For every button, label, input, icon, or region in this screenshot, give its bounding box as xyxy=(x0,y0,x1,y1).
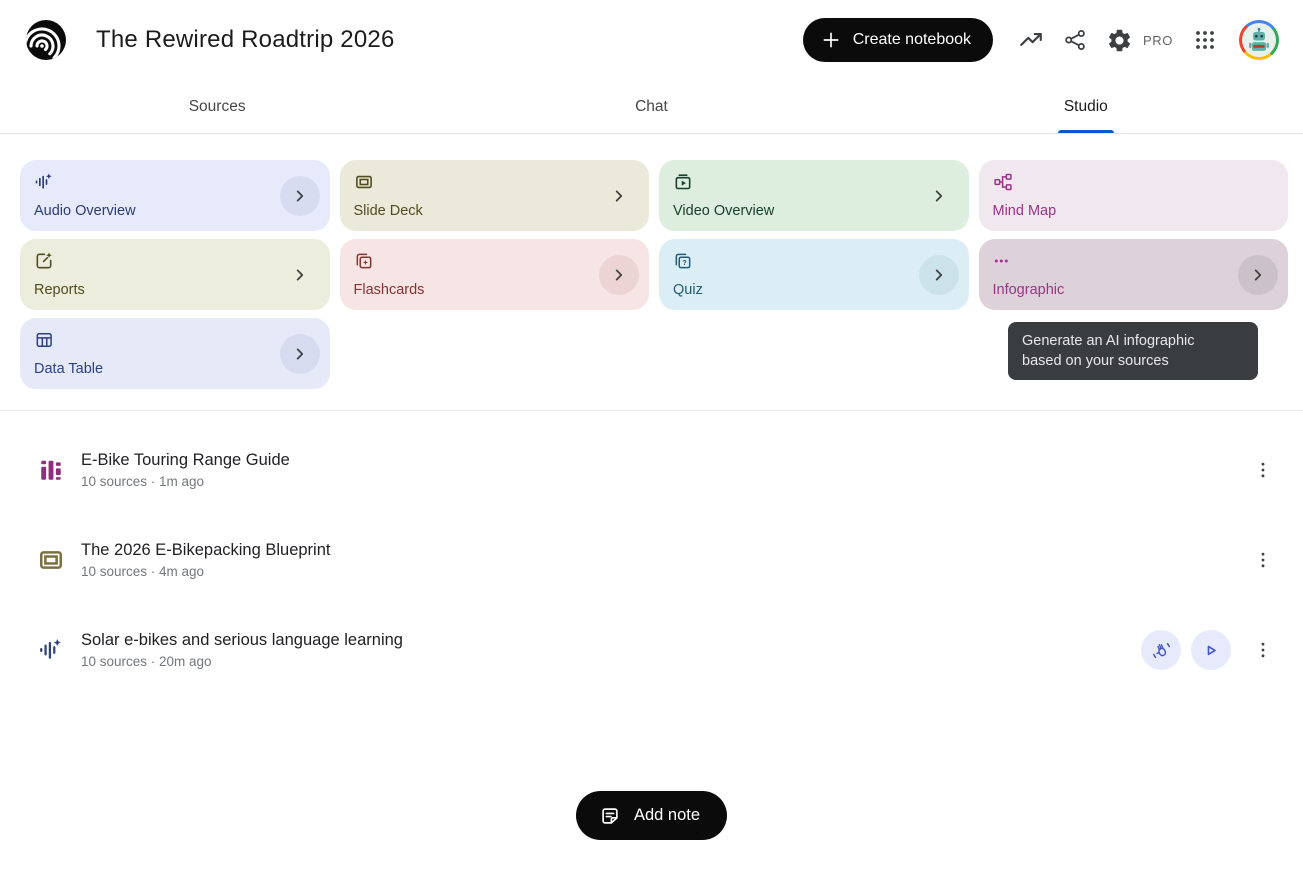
card-label: Reports xyxy=(34,282,316,298)
settings-button[interactable] xyxy=(1097,18,1141,62)
svg-text:?: ? xyxy=(682,258,687,267)
tooltip-line-1: Generate an AI infographic xyxy=(1022,331,1244,351)
chevron-right-icon xyxy=(290,186,310,206)
trending-up-icon xyxy=(1018,27,1044,53)
chevron-right-icon xyxy=(1248,265,1268,285)
artifact-row-infographic[interactable]: E-Bike Touring Range Guide 10 sources · … xyxy=(0,425,1303,515)
create-notebook-label: Create notebook xyxy=(853,31,971,49)
chevron-right-icon xyxy=(609,186,629,206)
panel-tabs: Sources Chat Studio xyxy=(0,80,1303,134)
card-data-table[interactable]: Data Table xyxy=(20,318,330,389)
slide-deck-icon xyxy=(354,172,374,192)
add-note-button[interactable]: Add note xyxy=(576,791,727,840)
tab-studio[interactable]: Studio xyxy=(869,80,1303,133)
gear-icon xyxy=(1106,27,1133,54)
audio-waveform-sparkle-icon xyxy=(38,637,64,663)
pro-badge: PRO xyxy=(1143,33,1173,48)
open-data-table-button[interactable] xyxy=(280,334,320,374)
artifact-title: The 2026 E-Bikepacking Blueprint xyxy=(81,541,330,560)
google-apps-button[interactable] xyxy=(1183,18,1227,62)
notebooklm-logo-icon[interactable] xyxy=(26,20,66,60)
avatar-robot-image xyxy=(1242,23,1276,57)
artifact-row-audio-overview[interactable]: Solar e-bikes and serious language learn… xyxy=(0,605,1303,695)
share-button[interactable] xyxy=(1053,18,1097,62)
card-mind-map[interactable]: Mind Map xyxy=(979,160,1289,231)
card-flashcards[interactable]: Flashcards xyxy=(340,239,650,310)
create-notebook-button[interactable]: Create notebook xyxy=(803,18,993,62)
artifact-meta: 10 sources · 4m ago xyxy=(81,564,330,579)
interactive-mode-button[interactable] xyxy=(1141,630,1181,670)
data-table-icon xyxy=(34,330,54,350)
card-slide-deck[interactable]: Slide Deck xyxy=(340,160,650,231)
play-icon xyxy=(1201,640,1221,660)
loading-dots-icon xyxy=(993,251,1013,271)
card-video-overview[interactable]: Video Overview xyxy=(659,160,969,231)
open-reports-button[interactable] xyxy=(280,255,320,295)
video-overview-icon xyxy=(673,172,693,192)
infographic-tooltip: Generate an AI infographic based on your… xyxy=(1008,322,1258,380)
share-icon xyxy=(1063,28,1087,52)
artifact-meta: 10 sources · 1m ago xyxy=(81,474,290,489)
kebab-menu-icon xyxy=(1253,550,1273,570)
app-header: The Rewired Roadtrip 2026 Create noteboo… xyxy=(0,0,1303,80)
note-icon xyxy=(599,805,621,827)
open-audio-overview-button[interactable] xyxy=(280,176,320,216)
reports-sparkle-icon xyxy=(34,251,54,271)
card-label: Data Table xyxy=(34,361,316,377)
plus-icon xyxy=(821,30,841,50)
flashcards-icon xyxy=(354,251,374,271)
chevron-right-icon xyxy=(609,265,629,285)
artifact-row-slide-deck[interactable]: The 2026 E-Bikepacking Blueprint 10 sour… xyxy=(0,515,1303,605)
card-label: Slide Deck xyxy=(354,203,636,219)
account-avatar[interactable] xyxy=(1239,20,1279,60)
open-quiz-button[interactable] xyxy=(919,255,959,295)
card-label: Flashcards xyxy=(354,282,636,298)
chevron-right-icon xyxy=(290,344,310,364)
open-infographic-button[interactable] xyxy=(1238,255,1278,295)
kebab-menu-icon xyxy=(1253,460,1273,480)
artifact-more-menu-button[interactable] xyxy=(1249,450,1277,490)
audio-waveform-sparkle-icon xyxy=(34,172,54,192)
chevron-right-icon xyxy=(290,265,310,285)
quiz-icon: ? xyxy=(673,251,693,271)
card-label: Infographic xyxy=(993,282,1275,298)
tab-sources[interactable]: Sources xyxy=(0,80,434,133)
play-audio-button[interactable] xyxy=(1191,630,1231,670)
card-label: Audio Overview xyxy=(34,203,316,219)
kebab-menu-icon xyxy=(1253,640,1273,660)
open-flashcards-button[interactable] xyxy=(599,255,639,295)
apps-grid-icon xyxy=(1193,28,1217,52)
chevron-right-icon xyxy=(929,186,949,206)
card-label: Video Overview xyxy=(673,203,955,219)
artifact-title: E-Bike Touring Range Guide xyxy=(81,451,290,470)
chevron-right-icon xyxy=(929,265,949,285)
tab-chat[interactable]: Chat xyxy=(434,80,868,133)
card-audio-overview[interactable]: Audio Overview xyxy=(20,160,330,231)
open-video-overview-button[interactable] xyxy=(919,176,959,216)
infographic-bars-icon xyxy=(38,457,64,483)
tooltip-line-2: based on your sources xyxy=(1022,351,1244,371)
artifact-meta: 10 sources · 20m ago xyxy=(81,654,403,669)
add-note-label: Add note xyxy=(634,806,700,825)
card-reports[interactable]: Reports xyxy=(20,239,330,310)
analytics-button[interactable] xyxy=(1009,18,1053,62)
mind-map-icon xyxy=(993,172,1013,192)
artifact-list: E-Bike Touring Range Guide 10 sources · … xyxy=(0,411,1303,695)
card-label: Quiz xyxy=(673,282,955,298)
card-infographic[interactable]: Infographic xyxy=(979,239,1289,310)
artifact-title: Solar e-bikes and serious language learn… xyxy=(81,631,403,650)
card-label: Mind Map xyxy=(993,203,1275,219)
slide-deck-icon xyxy=(38,547,64,573)
waving-hand-icon xyxy=(1151,640,1172,661)
notebook-title[interactable]: The Rewired Roadtrip 2026 xyxy=(96,26,395,54)
artifact-more-menu-button[interactable] xyxy=(1249,630,1277,670)
artifact-more-menu-button[interactable] xyxy=(1249,540,1277,580)
card-quiz[interactable]: ? Quiz xyxy=(659,239,969,310)
open-slide-deck-button[interactable] xyxy=(599,176,639,216)
